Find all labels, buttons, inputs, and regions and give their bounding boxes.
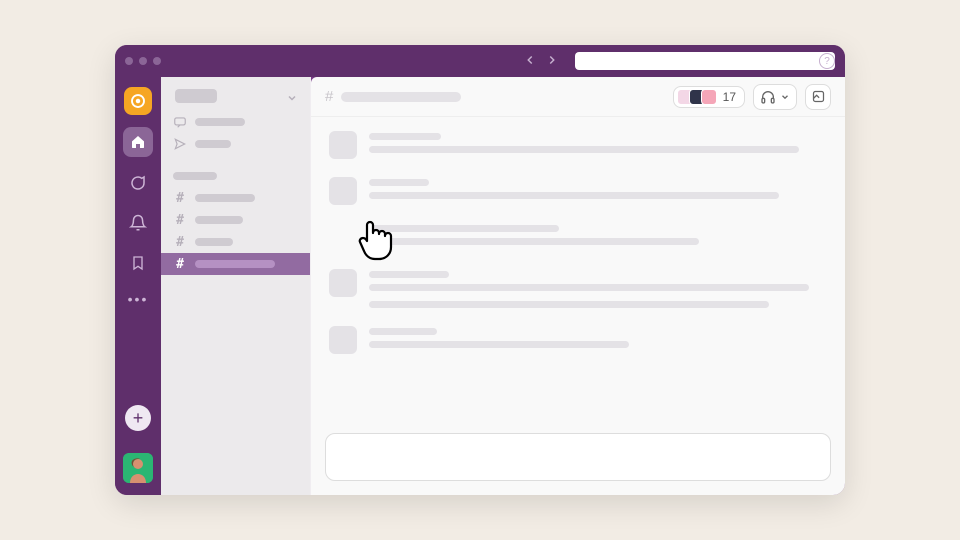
rail-home[interactable] xyxy=(123,127,153,157)
message-composer[interactable] xyxy=(325,433,831,481)
member-avatars xyxy=(677,89,717,105)
hash-icon: # xyxy=(173,191,187,206)
avatar xyxy=(701,89,717,105)
forward-arrow-icon[interactable] xyxy=(545,53,559,70)
app-window: ? ••• + xyxy=(115,45,845,495)
channel-hash-icon: # xyxy=(325,88,333,105)
history-nav xyxy=(523,53,559,70)
hash-icon: # xyxy=(173,235,187,250)
sidebar-item-threads[interactable] xyxy=(161,111,310,133)
minimize-dot[interactable] xyxy=(139,57,147,65)
channel-header: # 17 xyxy=(311,77,845,117)
message-avatar xyxy=(329,269,357,297)
sidebar-channel-selected[interactable]: # xyxy=(161,253,310,275)
hash-icon: # xyxy=(173,257,187,272)
workspace-switcher[interactable] xyxy=(124,87,152,115)
message-avatar xyxy=(329,177,357,205)
message-avatar xyxy=(329,131,357,159)
canvas-button[interactable] xyxy=(805,84,831,110)
message-avatar xyxy=(329,326,357,354)
message[interactable] xyxy=(329,269,827,308)
nav-rail: ••• + xyxy=(115,77,161,495)
message[interactable] xyxy=(329,223,827,251)
chevron-down-icon xyxy=(780,92,790,102)
rail-activity[interactable] xyxy=(124,209,152,237)
members-button[interactable]: 17 xyxy=(673,86,745,108)
huddle-button[interactable] xyxy=(753,84,797,110)
rail-dm[interactable] xyxy=(124,169,152,197)
rail-more[interactable]: ••• xyxy=(128,291,149,307)
sidebar-section-channels[interactable] xyxy=(161,165,310,187)
titlebar: ? xyxy=(115,45,845,77)
message[interactable] xyxy=(329,131,827,159)
compose-button-area xyxy=(161,91,298,105)
user-avatar[interactable] xyxy=(123,453,153,483)
message[interactable] xyxy=(329,177,827,205)
back-arrow-icon[interactable] xyxy=(523,53,537,70)
headphones-icon xyxy=(760,89,776,105)
hash-icon: # xyxy=(173,213,187,228)
sidebar-channel-1[interactable]: # xyxy=(161,187,310,209)
sidebar-channel-2[interactable]: # xyxy=(161,209,310,231)
sidebar-item-drafts[interactable] xyxy=(161,133,310,155)
channel-view: # 17 xyxy=(311,77,845,495)
help-icon[interactable]: ? xyxy=(819,53,835,69)
message-avatar xyxy=(329,223,357,251)
channel-name[interactable] xyxy=(341,92,461,102)
window-controls[interactable] xyxy=(125,57,161,65)
sidebar-channel-3[interactable]: # xyxy=(161,231,310,253)
channel-sidebar: # # # # xyxy=(161,77,311,495)
message-list xyxy=(311,117,845,425)
search-input[interactable] xyxy=(575,52,835,70)
maximize-dot[interactable] xyxy=(153,57,161,65)
message[interactable] xyxy=(329,326,827,354)
canvas-icon xyxy=(811,89,826,104)
rail-add-button[interactable]: + xyxy=(125,405,151,431)
rail-later[interactable] xyxy=(124,249,152,277)
close-dot[interactable] xyxy=(125,57,133,65)
member-count: 17 xyxy=(723,90,736,104)
